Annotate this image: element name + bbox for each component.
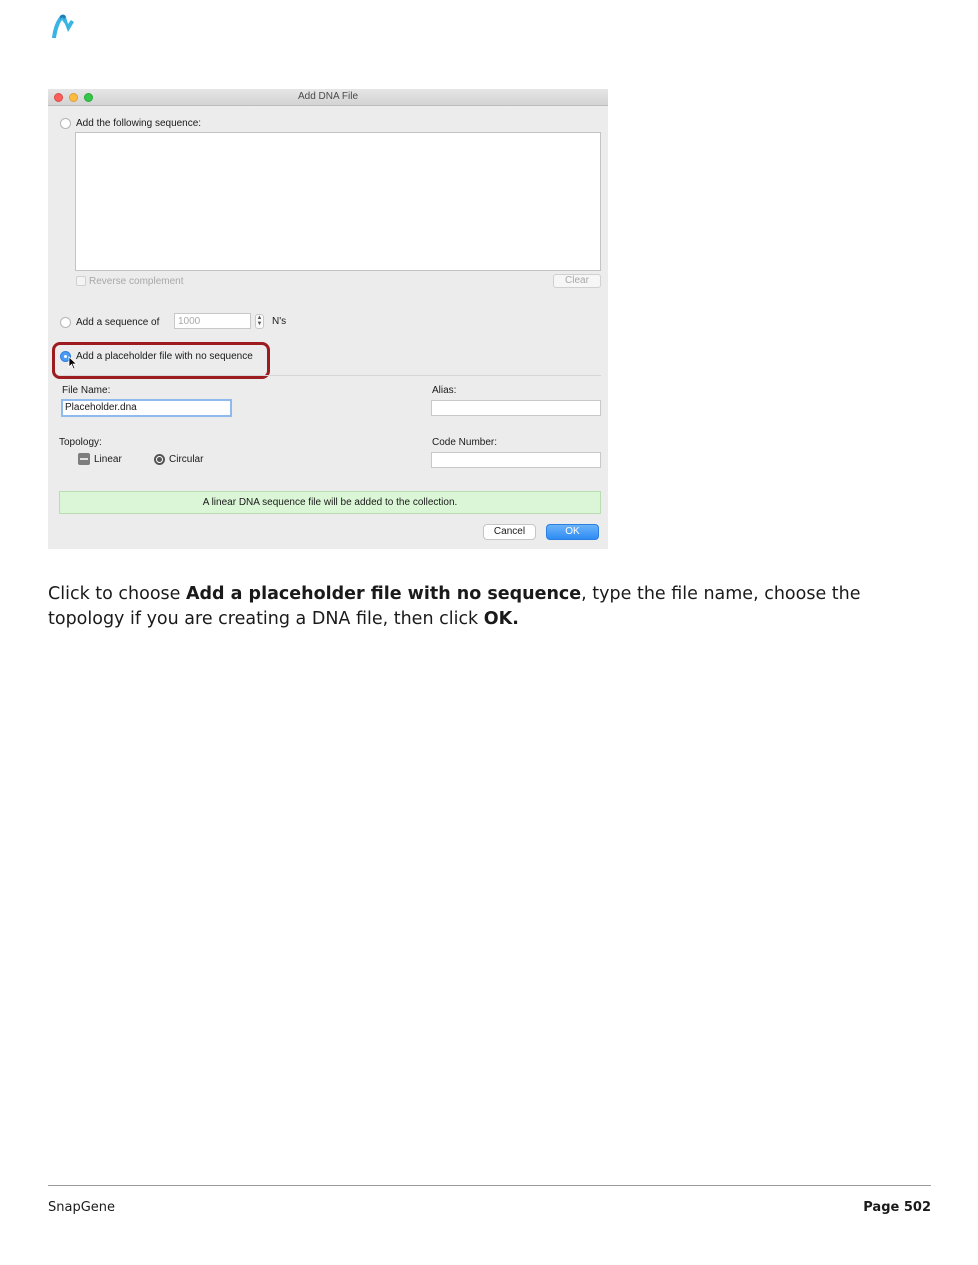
file-name-label: File Name:: [62, 385, 111, 396]
add-dna-file-dialog: Add DNA File Add the following sequence:…: [48, 89, 608, 549]
length-input[interactable]: 1000: [174, 313, 251, 329]
linear-icon[interactable]: [78, 453, 90, 465]
highlight-annotation: [52, 342, 270, 379]
topology-label: Topology:: [59, 437, 102, 448]
separator: [60, 375, 601, 376]
status-message: A linear DNA sequence file will be added…: [59, 491, 601, 514]
caption-bold-option: Add a placeholder file with no sequence: [185, 584, 582, 604]
length-stepper[interactable]: ▲ ▼: [255, 314, 264, 329]
linear-label: Linear: [94, 454, 122, 465]
instruction-text: Click to choose Add a placeholder file w…: [48, 582, 938, 632]
code-number-input[interactable]: [431, 452, 601, 468]
snapgene-logo-icon: [52, 14, 74, 38]
page-number: Page 502: [863, 1200, 931, 1215]
caption-part1: Click to choose: [48, 584, 186, 604]
option-length-label: Add a sequence of: [76, 317, 160, 328]
reverse-complement-label: Reverse complement: [89, 276, 184, 287]
alias-input[interactable]: [431, 400, 601, 416]
length-unit-label: N's: [272, 316, 287, 327]
code-number-label: Code Number:: [432, 437, 498, 448]
dialog-titlebar: Add DNA File: [48, 89, 608, 106]
sequence-textarea[interactable]: [75, 132, 601, 271]
cancel-button[interactable]: Cancel: [483, 524, 536, 540]
circular-label: Circular: [169, 454, 204, 465]
radio-add-sequence[interactable]: [60, 118, 71, 129]
reverse-complement-checkbox[interactable]: [76, 276, 86, 286]
mouse-cursor-icon: [68, 356, 78, 370]
circular-icon[interactable]: [154, 454, 165, 465]
clear-button[interactable]: Clear: [553, 274, 601, 288]
caption-bold-ok: OK.: [483, 609, 519, 629]
dialog-title: Add DNA File: [297, 91, 359, 102]
footer-brand: SnapGene: [48, 1200, 116, 1215]
ok-button[interactable]: OK: [546, 524, 599, 540]
radio-add-length[interactable]: [60, 317, 71, 328]
alias-label: Alias:: [432, 385, 457, 396]
footer-divider: [48, 1185, 931, 1186]
file-name-input[interactable]: Placeholder.dna: [61, 399, 232, 417]
option-sequence-label: Add the following sequence:: [76, 118, 202, 129]
